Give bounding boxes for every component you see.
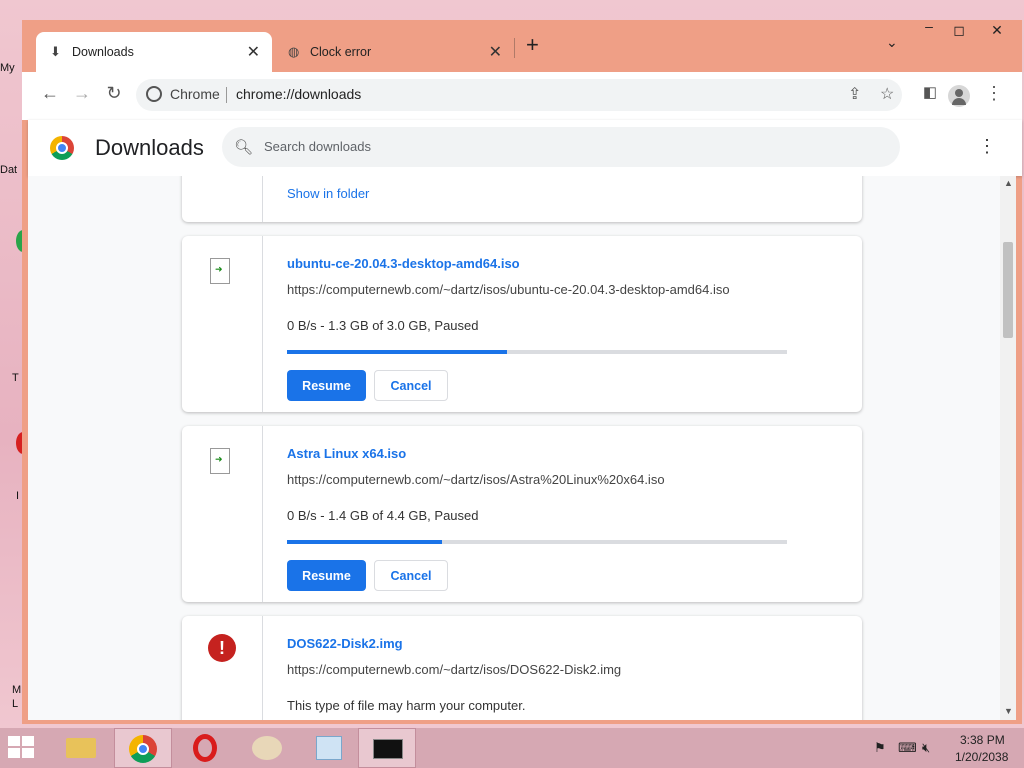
maximize-icon[interactable]: ◻ — [944, 22, 974, 39]
bookmark-star-icon[interactable]: ☆ — [880, 84, 894, 104]
progress-bar — [287, 350, 787, 354]
desktop-icon-label[interactable]: My — [0, 62, 22, 74]
cancel-button[interactable]: Cancel — [374, 560, 448, 591]
download-item: ! DOS622-Disk2.img https://computernewb.… — [182, 616, 862, 720]
file-url[interactable]: https://computernewb.com/~dartz/isos/Ast… — [287, 472, 665, 487]
downloads-header: Downloads 🔍︎ ⋮ — [28, 120, 1022, 176]
cancel-button[interactable]: Cancel — [374, 370, 448, 401]
address-bar[interactable]: Chrome chrome://downloads ⇪ ☆ — [136, 79, 902, 111]
reload-icon[interactable]: ↻ — [102, 83, 126, 104]
action-center-flag-icon[interactable]: ⚑ — [874, 740, 886, 756]
new-tab-icon[interactable]: + — [526, 32, 539, 58]
clock-date[interactable]: 1/20/2038 — [955, 750, 1008, 764]
site-label: Chrome — [170, 86, 220, 102]
file-url[interactable]: https://computernewb.com/~dartz/isos/ubu… — [287, 282, 730, 297]
tab-separator — [514, 38, 515, 58]
close-tab-icon[interactable]: ✕ — [247, 42, 260, 62]
close-window-icon[interactable]: ✕ — [982, 22, 1012, 39]
show-in-folder-link[interactable]: Show in folder — [287, 186, 369, 201]
file-name-link[interactable]: Astra Linux x64.iso — [287, 446, 406, 461]
progress-fill — [287, 540, 442, 544]
item-divider — [262, 176, 263, 222]
scrollbar[interactable]: ▲ ▼ — [1000, 176, 1016, 720]
menu-kebab-icon[interactable]: ⋮ — [982, 83, 1006, 104]
tab-clock-error[interactable]: ◍ Clock error ✕ — [274, 32, 514, 72]
scroll-down-icon[interactable]: ▼ — [1004, 706, 1013, 716]
minimize-icon[interactable]: – — [914, 18, 944, 34]
taskbar: ⚑ ⌨ 🔇︎ 3:38 PM 1/20/2038 — [0, 728, 1024, 768]
command-prompt-icon[interactable] — [358, 728, 416, 768]
file-name-link[interactable]: DOS622-Disk2.img — [287, 636, 403, 651]
warning-icon: ! — [208, 634, 236, 662]
resume-button[interactable]: Resume — [287, 560, 366, 591]
download-icon: ⬇ — [50, 44, 61, 59]
download-warning: This type of file may harm your computer… — [287, 698, 526, 713]
download-item: Astra Linux x64.iso https://computernewb… — [182, 426, 862, 602]
browser-toolbar: ← → ↻ Chrome chrome://downloads ⇪ ☆ ◧ ⋮ — [22, 72, 1022, 120]
omnibox-separator — [226, 87, 227, 103]
chrome-site-icon — [146, 86, 162, 102]
tab-label: Clock error — [310, 45, 372, 59]
paint-icon[interactable] — [238, 728, 296, 768]
file-name-link[interactable]: ubuntu-ce-20.04.3-desktop-amd64.iso — [287, 256, 520, 271]
progress-bar — [287, 540, 787, 544]
file-explorer-icon[interactable] — [52, 728, 110, 768]
resume-button[interactable]: Resume — [287, 370, 366, 401]
close-tab-icon[interactable]: ✕ — [489, 42, 502, 62]
tab-downloads[interactable]: ⬇ Downloads ✕ — [36, 32, 272, 72]
chrome-logo-icon — [50, 136, 74, 160]
clock-time[interactable]: 3:38 PM — [960, 733, 1005, 747]
globe-icon: ◍ — [288, 44, 300, 59]
download-item: ubuntu-ce-20.04.3-desktop-amd64.iso http… — [182, 236, 862, 412]
back-icon[interactable]: ← — [38, 83, 62, 104]
side-panel-icon[interactable]: ◧ — [918, 83, 942, 101]
item-divider — [262, 616, 263, 720]
downloads-list: Show in folder ubuntu-ce-20.04.3-desktop… — [28, 176, 1000, 720]
more-actions-icon[interactable]: ⋮ — [978, 136, 996, 157]
file-icon — [210, 258, 230, 284]
network-icon[interactable]: ⌨ — [898, 740, 917, 756]
file-icon — [210, 448, 230, 474]
download-status: 0 B/s - 1.3 GB of 3.0 GB, Paused — [287, 318, 479, 333]
desktop-icon-label[interactable]: Dat — [0, 164, 22, 176]
share-icon[interactable]: ⇪ — [848, 84, 861, 104]
volume-muted-icon[interactable]: 🔇︎ — [922, 740, 930, 756]
tab-strip: ⬇ Downloads ✕ ◍ Clock error ✕ + ⌄ – ◻ ✕ — [22, 18, 1022, 72]
windows-start-icon[interactable] — [8, 736, 36, 760]
page-title: Downloads — [95, 135, 204, 160]
search-box[interactable]: 🔍︎ — [222, 127, 900, 167]
file-url[interactable]: https://computernewb.com/~dartz/isos/DOS… — [287, 662, 621, 677]
item-divider — [262, 236, 263, 412]
calendar-icon[interactable] — [300, 728, 358, 768]
item-divider — [262, 426, 263, 602]
chevron-down-icon[interactable]: ⌄ — [886, 34, 898, 51]
scrollbar-thumb[interactable] — [1003, 242, 1013, 338]
download-item: Show in folder — [182, 176, 862, 222]
forward-icon[interactable]: → — [70, 83, 94, 104]
search-input[interactable] — [264, 139, 864, 154]
search-icon: 🔍︎ — [234, 139, 254, 156]
opera-icon[interactable] — [176, 728, 234, 768]
progress-fill — [287, 350, 507, 354]
browser-window: ⬇ Downloads ✕ ◍ Clock error ✕ + ⌄ – ◻ ✕ … — [22, 18, 1022, 724]
tab-label: Downloads — [72, 45, 134, 59]
chrome-icon[interactable] — [114, 728, 172, 768]
url-text[interactable]: chrome://downloads — [236, 86, 361, 102]
profile-avatar-icon[interactable] — [948, 85, 970, 107]
download-status: 0 B/s - 1.4 GB of 4.4 GB, Paused — [287, 508, 479, 523]
scroll-up-icon[interactable]: ▲ — [1004, 178, 1013, 188]
